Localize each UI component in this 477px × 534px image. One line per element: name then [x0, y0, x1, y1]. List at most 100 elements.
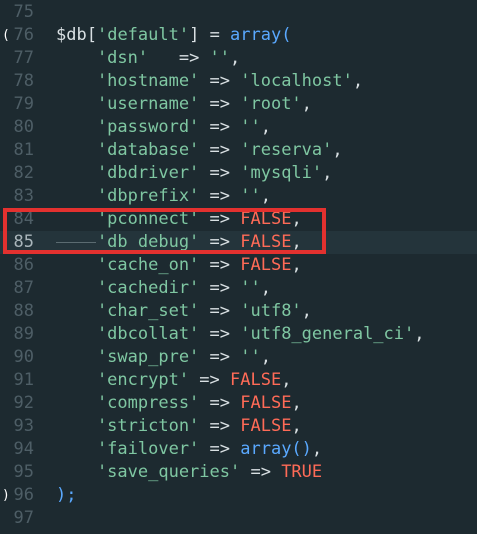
token: 'db_debug' [56, 232, 200, 252]
token: 'utf8' [240, 301, 302, 321]
code-line[interactable]: 97 [0, 507, 477, 530]
code-line[interactable]: 84 'pconnect' => FALSE, [0, 208, 477, 231]
code-text: 'dbcollat' => 'utf8_general_ci', [56, 323, 425, 346]
code-line[interactable]: 90 'swap_pre' => '', [0, 346, 477, 369]
token: => [199, 347, 241, 367]
token: => [199, 209, 241, 229]
token: 'dbdriver' [56, 163, 200, 183]
token: $db [56, 25, 87, 45]
fold-marker-icon[interactable]: ( [2, 24, 12, 47]
token: , [291, 255, 302, 275]
code-line[interactable]: 82 'dbdriver' => 'mysqli', [0, 162, 477, 185]
token: FALSE [240, 232, 292, 252]
line-number: 93 [13, 416, 34, 436]
code-text: 'compress' => FALSE, [56, 392, 302, 415]
token: FALSE [240, 393, 292, 413]
token: => [199, 416, 241, 436]
code-line[interactable]: 86 'cache_on' => FALSE, [0, 254, 477, 277]
code-line[interactable]: 75 [0, 1, 477, 24]
token: array( [230, 25, 292, 45]
code-line[interactable]: 96)); [0, 484, 477, 507]
token: => [240, 462, 282, 482]
token: => [199, 255, 241, 275]
code-line[interactable]: 89 'dbcollat' => 'utf8_general_ci', [0, 323, 477, 346]
code-text: 'username' => 'root', [56, 93, 312, 116]
code-line[interactable]: 80 'password' => '', [0, 116, 477, 139]
code-line[interactable]: 95 'save_queries' => TRUE [0, 461, 477, 484]
token: , [260, 186, 271, 206]
token: FALSE [240, 209, 292, 229]
token: 'save_queries' [56, 462, 241, 482]
token: '' [240, 186, 261, 206]
code-text: 'database' => 'reserva', [56, 139, 343, 162]
token: 'mysqli' [240, 163, 323, 183]
code-text: 'save_queries' => TRUE [56, 461, 322, 484]
token: 'password' [56, 117, 200, 137]
token: 'pconnect' [56, 209, 200, 229]
token: 'char_set' [56, 301, 200, 321]
token: => [199, 71, 241, 91]
token: => [199, 186, 241, 206]
code-line[interactable]: 83 'dbprefix' => '', [0, 185, 477, 208]
line-number: 78 [13, 71, 34, 91]
code-line[interactable]: 76($db['default'] = array( [0, 24, 477, 47]
code-line[interactable]: 87 'cachedir' => '', [0, 277, 477, 300]
token: [ [86, 25, 97, 45]
token: '' [240, 278, 261, 298]
code-line[interactable]: 93 'stricton' => FALSE, [0, 415, 477, 438]
token: , [230, 48, 241, 68]
line-number: 83 [13, 186, 34, 206]
token: => [148, 48, 210, 68]
token: , [260, 347, 271, 367]
code-line[interactable]: 81 'database' => 'reserva', [0, 139, 477, 162]
line-number: 86 [13, 255, 34, 275]
code-text: 'char_set' => 'utf8', [56, 300, 312, 323]
token: 'username' [56, 94, 200, 114]
token: , [352, 71, 364, 91]
token: => [199, 232, 241, 252]
code-text: 'hostname' => 'localhost', [56, 70, 363, 93]
code-line[interactable]: 91 'encrypt' => FALSE, [0, 369, 477, 392]
line-number: 75 [13, 2, 34, 22]
token: 'cachedir' [56, 278, 200, 298]
code-line[interactable]: 88 'char_set' => 'utf8', [0, 300, 477, 323]
line-number: 89 [13, 324, 34, 344]
token: '' [240, 347, 261, 367]
code-text: ); [56, 484, 76, 507]
token: => [199, 140, 241, 160]
line-number: 82 [13, 163, 34, 183]
token: => [199, 301, 241, 321]
line-number: 97 [13, 508, 34, 528]
token: , [332, 140, 343, 160]
line-number: 87 [13, 278, 34, 298]
token: , [301, 94, 312, 114]
code-line[interactable]: 79 'username' => 'root', [0, 93, 477, 116]
code-editor[interactable]: 75 76($db['default'] = array(77 'dsn' => … [0, 0, 477, 534]
token: , [260, 117, 271, 137]
token: => [199, 163, 241, 183]
fold-marker-icon[interactable]: ) [2, 484, 12, 507]
token: , [414, 324, 425, 344]
code-text: 'stricton' => FALSE, [56, 415, 302, 438]
code-line[interactable]: 77 'dsn' => '', [0, 47, 477, 70]
token: '' [209, 48, 231, 68]
token: FALSE [240, 416, 292, 436]
code-text: 'dbdriver' => 'mysqli', [56, 162, 332, 185]
line-number: 77 [13, 48, 34, 68]
code-line[interactable]: 92 'compress' => FALSE, [0, 392, 477, 415]
line-number: 88 [13, 301, 34, 321]
token: => [199, 324, 241, 344]
token: , [291, 209, 302, 229]
token: FALSE [240, 255, 292, 275]
code-line[interactable]: 94 'failover' => array(), [0, 438, 477, 461]
token: ); [56, 485, 77, 505]
token: array() [240, 439, 312, 459]
token: 'localhost' [240, 71, 353, 91]
token: => [199, 94, 241, 114]
token: , [301, 301, 312, 321]
code-line[interactable]: 85 'db_debug' => FALSE, [0, 231, 477, 254]
code-text: $db['default'] = array( [56, 24, 291, 47]
code-text: 'db_debug' => FALSE, [56, 231, 302, 254]
token: => [199, 278, 241, 298]
code-line[interactable]: 78 'hostname' => 'localhost', [0, 70, 477, 93]
